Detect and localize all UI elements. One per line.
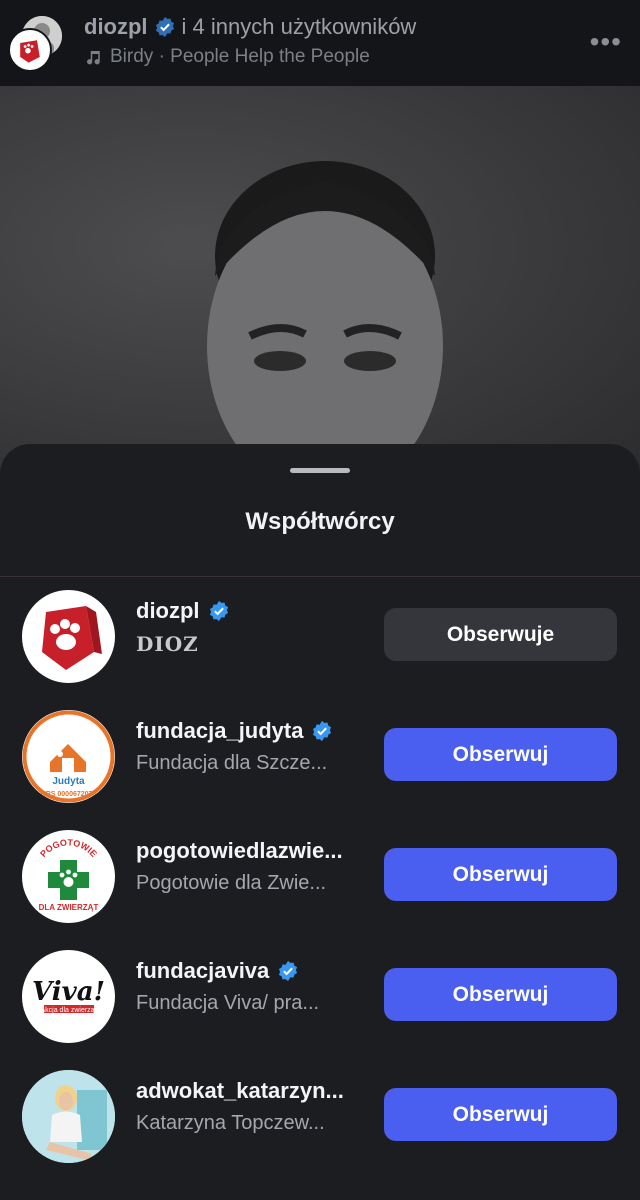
full-name: Katarzyna Topczew... <box>136 1112 325 1134</box>
judyta-logo-text: Judyta <box>52 776 85 787</box>
collaborator-row[interactable]: POGOTOWIE DLA ZWIERZĄT pogotowiedlazwie.… <box>0 830 640 930</box>
full-name: DIOZ <box>136 632 199 656</box>
full-name: Fundacja Viva/ pra... <box>136 992 320 1014</box>
post-header: diozpl i 4 innych użytkowników Birdy · P… <box>0 0 640 86</box>
viva-logo-text: Viva! <box>32 977 105 1007</box>
collaborator-row[interactable]: Judyta KRS 0000672078 fundacja_judyta Fu… <box>0 710 640 810</box>
verified-icon <box>155 16 174 38</box>
verified-icon <box>279 960 298 982</box>
full-name: Pogotowie dla Zwie... <box>136 872 327 894</box>
avatar[interactable]: Judyta KRS 0000672078 <box>22 710 115 803</box>
more-icon[interactable]: ••• <box>590 26 622 58</box>
follow-button[interactable]: Obserwuj <box>384 848 617 901</box>
viva-sub-text: Akcja dla zwierząt <box>40 1007 96 1014</box>
header-others[interactable]: i 4 innych użytkowników <box>182 14 417 40</box>
sheet-title: Współtwórcy <box>245 508 395 535</box>
header-username[interactable]: diozpl <box>84 14 148 40</box>
pogotowie-top-text: POGOTOWIE <box>38 837 99 859</box>
svg-text:POGOTOWIE: POGOTOWIE <box>38 837 99 859</box>
collaborator-row[interactable]: Viva! Akcja dla zwierząt fundacjaviva Fu… <box>0 950 640 1050</box>
verified-icon <box>313 720 332 742</box>
avatar[interactable] <box>22 1070 115 1163</box>
collab-avatars[interactable] <box>8 14 64 72</box>
avatar[interactable] <box>22 590 115 683</box>
verified-icon <box>209 600 228 622</box>
person-photo <box>207 161 443 486</box>
full-name: Fundacja dla Szcze... <box>136 752 328 774</box>
collaborator-row[interactable]: adwokat_katarzyn... Katarzyna Topczew...… <box>0 1070 640 1170</box>
avatar[interactable]: POGOTOWIE DLA ZWIERZĄT <box>22 830 115 923</box>
follow-button[interactable]: Obserwuj <box>384 968 617 1021</box>
judyta-krs-text: KRS 0000672078 <box>41 791 97 798</box>
follow-button[interactable]: Obserwuj <box>384 728 617 781</box>
header-title[interactable]: diozpl i 4 innych użytkowników <box>84 14 416 40</box>
username[interactable]: fundacjaviva <box>136 958 299 984</box>
divider <box>0 576 640 577</box>
collaborator-row[interactable]: diozpl DIOZ Obserwuje <box>0 590 640 690</box>
username[interactable]: fundacja_judyta <box>136 718 333 744</box>
username[interactable]: adwokat_katarzyn... <box>136 1078 344 1104</box>
following-button[interactable]: Obserwuje <box>384 608 617 661</box>
music-note-icon <box>87 51 100 65</box>
pogotowie-bottom-text: DLA ZWIERZĄT <box>39 903 99 912</box>
avatar-dioz-small <box>8 28 52 72</box>
collaborators-sheet: Współtwórcy diozpl DIOZ Obserwuje Judyta… <box>0 444 640 1200</box>
follow-button[interactable]: Obserwuj <box>384 1088 617 1141</box>
audio-track-label: Birdy · People Help the People <box>110 46 370 67</box>
avatar[interactable]: Viva! Akcja dla zwierząt <box>22 950 115 1043</box>
username[interactable]: pogotowiedlazwie... <box>136 838 343 864</box>
audio-track[interactable]: Birdy · People Help the People <box>84 46 370 68</box>
username[interactable]: diozpl <box>136 598 230 624</box>
sheet-drag-handle[interactable] <box>290 468 350 473</box>
post-photo <box>0 86 640 486</box>
